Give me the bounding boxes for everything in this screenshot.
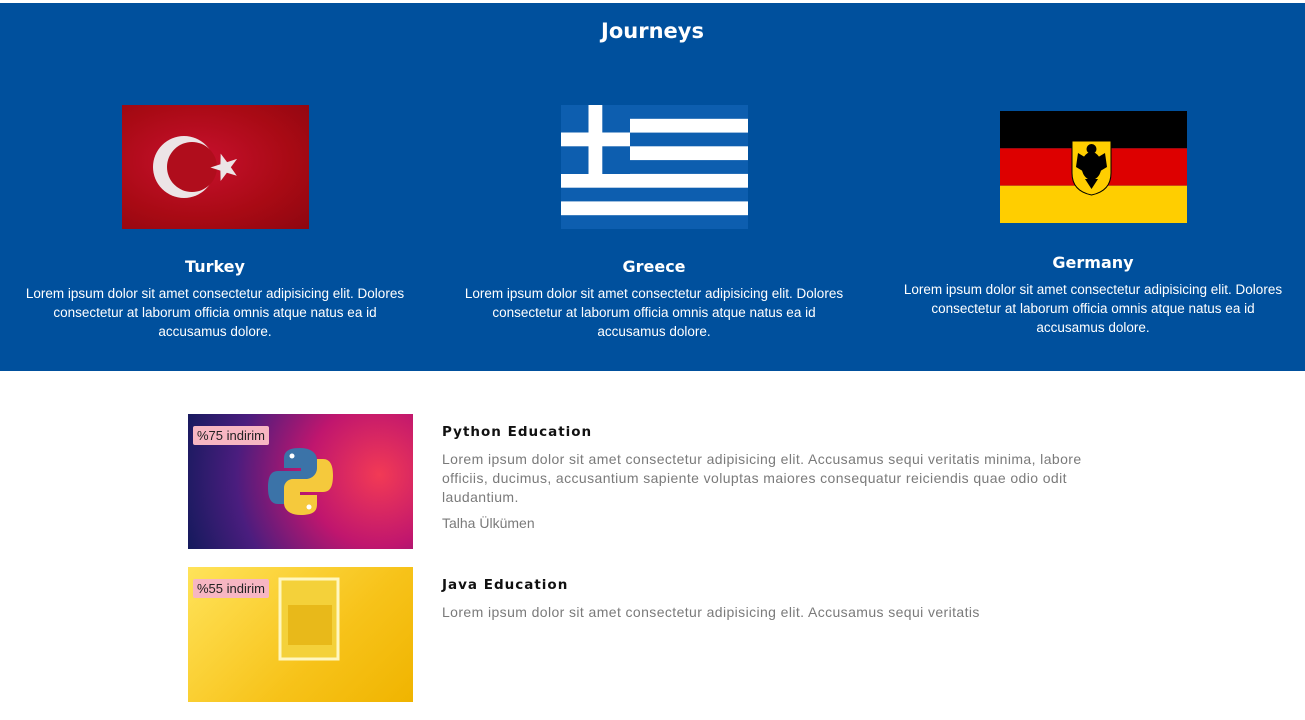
country-name: Germany [1052,253,1134,272]
discount-badge: %55 indirim [193,579,269,598]
country-card-germany: Germany Lorem ipsum dolor sit amet conse… [898,111,1288,337]
country-name: Turkey [185,257,245,276]
course-list: %75 indirim Python Education Lorem ipsum… [188,414,1108,720]
germany-flag-image [999,111,1187,223]
course-title[interactable]: Java Education [442,577,1102,593]
course-thumbnail[interactable]: %75 indirim [188,414,413,549]
country-name: Greece [622,257,686,276]
country-card-turkey: Turkey Lorem ipsum dolor sit amet consec… [20,105,410,341]
greece-flag-image [560,105,748,229]
country-description: Lorem ipsum dolor sit amet consectetur a… [903,282,1283,335]
course-item-java[interactable]: %55 indirim Java Education Lorem ipsum d… [188,567,1108,720]
course-item-python[interactable]: %75 indirim Python Education Lorem ipsum… [188,414,1108,567]
country-card-greece: Greece Lorem ipsum dolor sit amet consec… [459,105,849,341]
course-author: Talha Ülkümen [442,515,535,531]
country-description: Lorem ipsum dolor sit amet consectetur a… [25,286,405,339]
journeys-section: Journeys Turkey Lorem ipsum dolor sit am… [0,3,1305,371]
course-info: Python Education Lorem ipsum dolor sit a… [442,424,1102,531]
course-description: Lorem ipsum dolor sit amet consectetur a… [442,451,1082,505]
course-info: Java Education Lorem ipsum dolor sit ame… [442,577,1102,622]
turkey-flag-image [121,105,309,229]
course-thumbnail[interactable]: %55 indirim [188,567,413,702]
section-title: Journeys [601,19,704,43]
course-title[interactable]: Python Education [442,424,1102,440]
course-description: Lorem ipsum dolor sit amet consectetur a… [442,604,980,620]
discount-badge: %75 indirim [193,426,269,445]
country-description: Lorem ipsum dolor sit amet consectetur a… [464,286,844,339]
